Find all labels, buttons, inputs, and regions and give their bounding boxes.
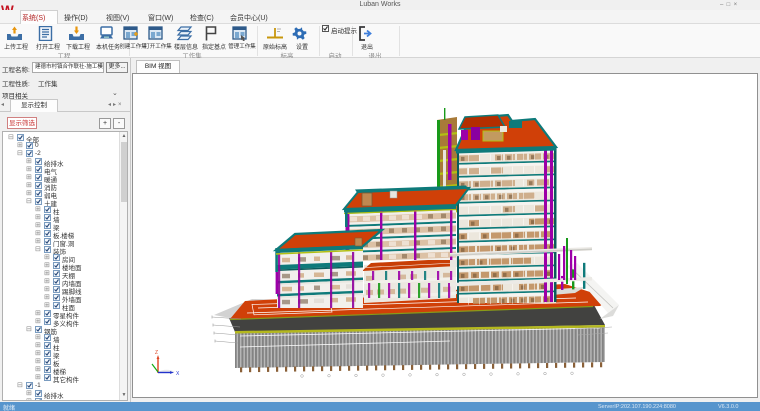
svg-text:Z: Z: [155, 350, 158, 356]
svg-text:X: X: [176, 371, 180, 377]
